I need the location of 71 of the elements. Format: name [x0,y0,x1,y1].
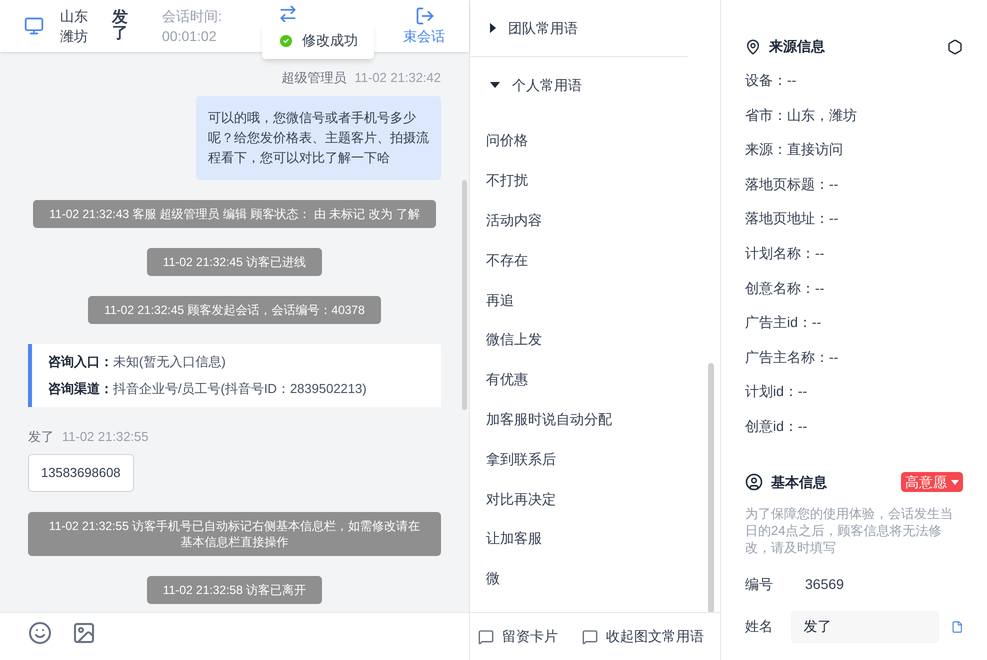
info-value: 未知(暂无入口信息) [113,352,226,371]
user-icon [745,473,763,492]
phrase-item[interactable]: 有优惠 [470,360,628,400]
source-field: 来源：直接访问 [745,140,963,160]
scrollbar[interactable] [462,180,467,410]
phrase-group-header[interactable]: 个人常用语 [470,57,602,113]
success-icon [278,32,294,48]
emoji-button[interactable] [28,621,52,645]
phrase-action[interactable]: 留资卡片 [478,626,558,647]
message-bubble: 可以的哦，您微信号或者手机号多少呢？给您发价格表、主题客片、拍摄流程看下，您可以对比了解一下哈 [196,96,441,180]
chat-icon [582,628,598,644]
intent-tag[interactable]: 高意愿 [901,472,963,492]
visitor-location: 山东潍坊 [60,7,89,46]
system-notice: 11-02 21:32:45 访客已进线 [146,248,322,276]
info-label: 咨询渠道： [48,380,113,398]
field-label: 姓名 [745,617,774,636]
source-field: 落地页地址：-- [745,209,963,228]
info-label: 咨询入口： [48,352,113,370]
source-field: 省市：山东，潍坊 [745,106,963,125]
source-field: 设备：-- [745,71,963,90]
info-value: 抖音企业号/员工号(抖音号ID：2839502213) [113,380,367,398]
phrase-item[interactable]: 不存在 [470,240,628,280]
phrase-item[interactable]: 问价格 [470,121,628,161]
phrase-item[interactable]: 不打扰 [470,160,628,201]
monitor-icon [24,16,44,36]
source-field: 广告主名称：-- [745,348,963,367]
phrase-item[interactable]: 对比再决定 [470,479,628,519]
source-field: 落地页标题：-- [745,174,963,194]
phrase-action[interactable]: 收起图文常用语 [582,626,704,647]
caret-down-icon [951,480,959,485]
notice-text: 为了保障您的使用体验，会话发生当日的24点之后，顾客信息将无法修改，请及时填写 [745,504,954,556]
transfer-button[interactable] [278,4,298,24]
message-time: 11-02 21:32:42 [354,69,441,87]
system-notice: 11-02 21:32:43 客服 超级管理员 编辑 顾客状态： 由 未标记 改为 了解 [33,200,436,228]
toast: 修改成功 [262,22,374,59]
chat-icon [478,628,494,644]
phrase-item[interactable]: 加客服时说自动分配 [470,400,628,440]
phrase-item[interactable]: 微信上发 [470,320,628,360]
phrase-group-header[interactable]: 团队常用语 [470,0,598,56]
settings-icon[interactable] [947,38,963,54]
document-icon[interactable] [950,618,963,635]
timer-value: 00:01:02 [162,27,218,46]
phrase-item[interactable]: 微 [470,558,628,599]
end-session-button[interactable]: 束会话 [403,6,445,46]
system-notice: 11-02 21:32:55 访客手机号已自动标记右侧基本信息栏，如需修改请在基本信息栏直接操作 [28,512,441,556]
phrase-item[interactable]: 拿到联系后 [470,439,628,480]
phrase-item[interactable]: 再追 [470,280,628,320]
system-notice: 11-02 21:32:45 顾客发起会话，会话编号：40378 [88,296,381,324]
sender-name: 超级管理员 [282,69,346,87]
field-label: 编号 [745,574,773,594]
source-field: 计划id：-- [745,382,963,402]
source-field: 创意id：-- [745,416,963,436]
phrase-item[interactable]: 让加客服 [470,518,628,559]
location-pin-icon [745,38,761,54]
visitor-name: 发了 [112,10,129,42]
sender-name: 发了 [28,428,54,446]
phrase-item[interactable]: 活动内容 [470,200,628,240]
section-title: 来源信息 [769,37,825,56]
timer-label: 会话时间: [162,7,222,26]
section-title: 基本信息 [771,472,827,492]
scrollbar[interactable] [708,363,714,612]
message-bubble: 13583698608 [28,454,134,492]
field-value: 36569 [805,574,844,594]
message-time: 11-02 21:32:55 [62,428,148,446]
input-field[interactable]: 发了 [790,610,939,643]
exit-icon [415,6,435,26]
source-field: 创意名称：-- [745,278,963,298]
image-button[interactable] [72,621,96,645]
system-notice: 11-02 21:32:58 访客已离开 [146,576,322,604]
source-field: 计划名称：-- [745,244,963,263]
source-field: 广告主id：-- [745,313,963,332]
